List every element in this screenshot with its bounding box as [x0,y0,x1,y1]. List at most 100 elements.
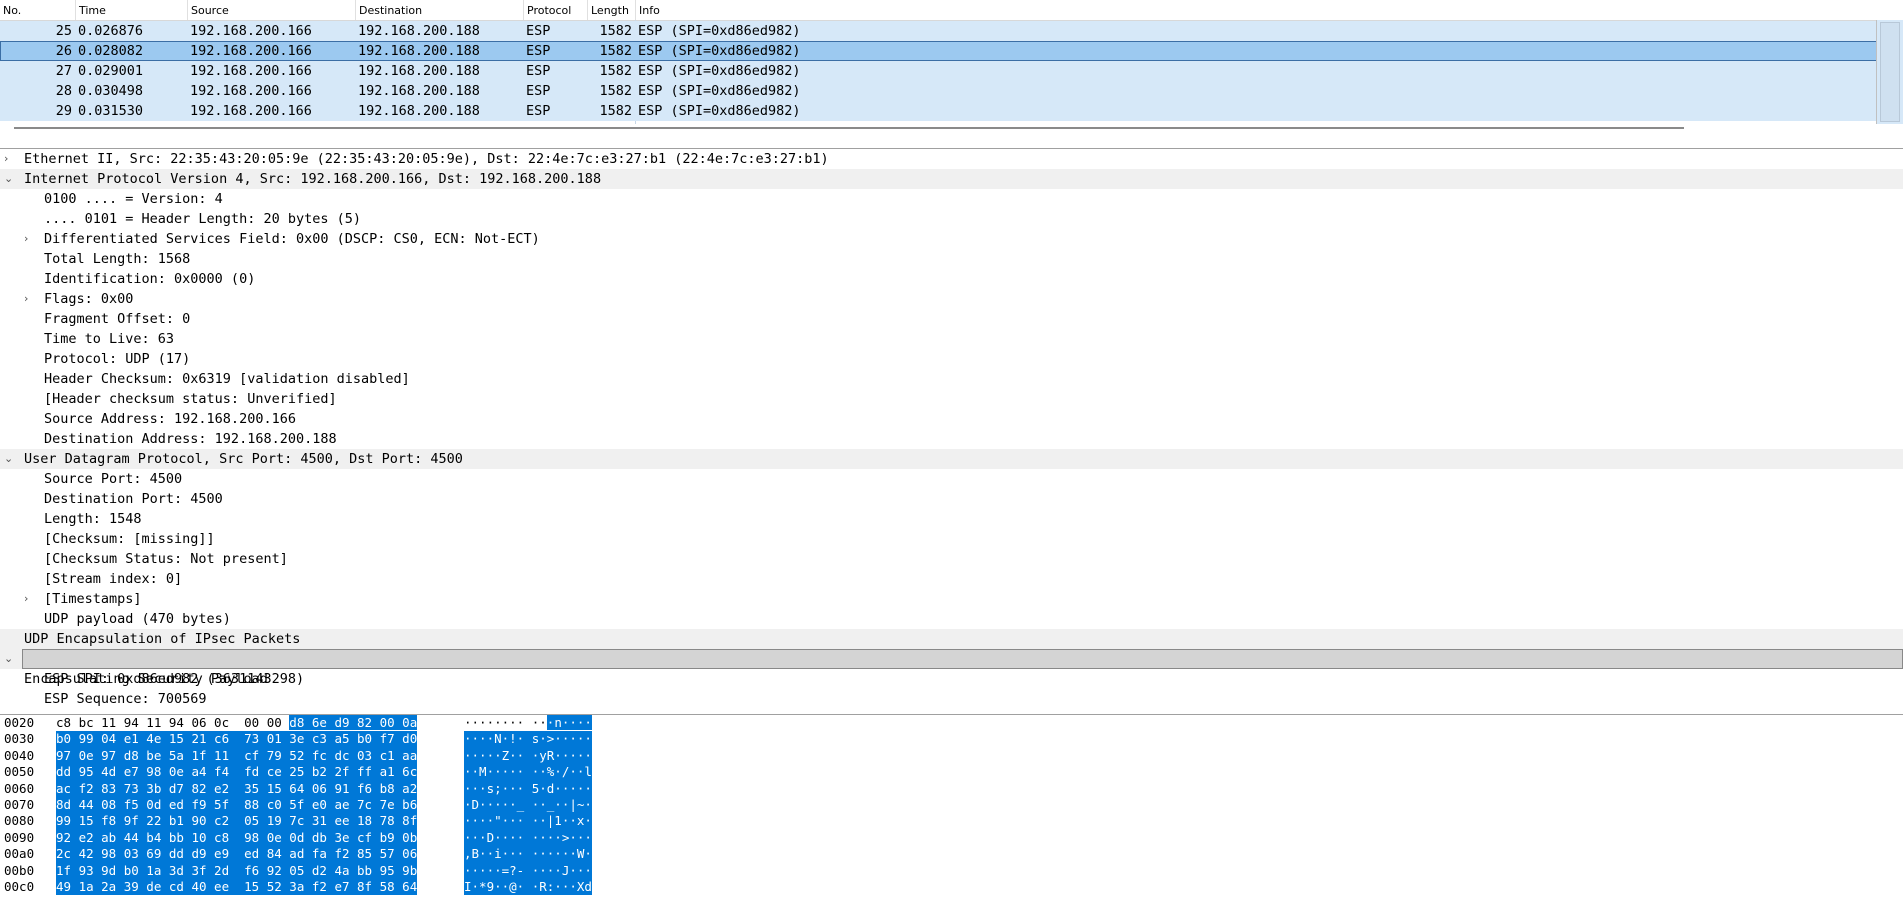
hex-row[interactable]: 0080 99 15 f8 9f 22 b1 90 c2 05 19 7c 31… [0,813,1903,830]
tree-item-field[interactable]: UDP payload (470 bytes) [0,609,1903,629]
tree-item-flags[interactable]: › Flags: 0x00 [0,289,1903,309]
packet-row-selected[interactable]: 26 0.028082 192.168.200.166 192.168.200.… [0,41,1877,61]
hex-offset: 0080 [4,813,35,829]
expand-arrow-icon[interactable]: › [24,589,38,609]
packet-protocol: ESP [526,63,551,79]
hex-row[interactable]: 00a0 2c 42 98 03 69 dd d9 e9 ed 84 ad fa… [0,846,1903,863]
hex-row[interactable]: 0090 92 e2 ab 44 b4 bb 10 c8 98 0e 0d db… [0,829,1903,847]
ascii-bytes[interactable]: ···s;··· 5·d····· [464,780,592,797]
hex-bytes[interactable]: b0 99 04 e1 4e 15 21 c6 73 01 3e c3 a5 b… [56,731,418,748]
tree-item-field[interactable]: Time to Live: 63 [0,329,1903,349]
hex-row[interactable]: 00b0 1f 93 9d b0 1a 3d 3f 2d f6 92 05 d2… [0,862,1903,879]
ascii-bytes[interactable]: ·D·····_ ··_··|~· [464,796,592,814]
ascii-bytes[interactable]: ··M····· ··%·/··l [464,764,592,781]
tree-item-field[interactable]: Destination Address: 192.168.200.188 [0,429,1903,449]
tree-item-field[interactable]: ESP Sequence: 700569 [0,689,1903,709]
packet-details-pane[interactable]: › Ethernet II, Src: 22:35:43:20:05:9e (22… [0,148,1903,711]
tree-item-field[interactable]: Identification: 0x0000 (0) [0,269,1903,289]
tree-item-field[interactable]: [Checksum: [missing]] [0,529,1903,549]
ascii-bytes[interactable]: ····"··· ··|1··x· [464,813,592,830]
packet-row[interactable]: 29 0.031530 192.168.200.166 192.168.200.… [0,101,1877,121]
collapse-arrow-icon[interactable]: ⌄ [4,649,18,669]
packet-length: 1582 [599,103,632,119]
packet-number: 29 [55,103,72,119]
packet-time: 0.028082 [78,43,144,59]
hex-bytes[interactable]: 99 15 f8 9f 22 b1 90 c2 05 19 7c 31 ee 1… [56,813,418,830]
expand-arrow-icon[interactable]: › [4,149,18,169]
tree-item-udp-encap[interactable]: UDP Encapsulation of IPsec Packets [0,629,1903,649]
tree-item-field[interactable]: Protocol: UDP (17) [0,349,1903,369]
ascii-bytes[interactable]: ····N·!· s·>····· [464,731,592,748]
tree-item-field[interactable]: Total Length: 1568 [0,249,1903,269]
hex-offset: 00c0 [4,878,35,894]
hex-bytes[interactable]: 1f 93 9d b0 1a 3d 3f 2d f6 92 05 d2 4a b… [56,862,418,879]
hex-bytes[interactable]: c8 bc 11 94 11 94 06 0c 00 00 d8 6e d9 8… [56,715,418,731]
hex-row[interactable]: 0030 b0 99 04 e1 4e 15 21 c6 73 01 3e c3… [0,731,1903,748]
hex-bytes[interactable]: 92 e2 ab 44 b4 bb 10 c8 98 0e 0d db 3e c… [56,829,418,847]
tree-item-field[interactable]: Fragment Offset: 0 [0,309,1903,329]
packet-source: 192.168.200.166 [190,23,312,39]
hex-row[interactable]: 00c0 49 1a 2a 39 de cd 40 ee 15 52 3a f2… [0,878,1903,896]
column-header-time[interactable]: Time [76,0,188,20]
tree-item-esp[interactable]: ⌄ Encapsulating Security Payload [0,649,1903,687]
tree-item-field[interactable]: Destination Port: 4500 [0,489,1903,509]
packet-protocol: ESP [526,43,551,59]
scrollbar-thumb[interactable] [1880,22,1900,122]
tree-item-field[interactable]: .... 0101 = Header Length: 20 bytes (5) [0,209,1903,229]
packet-list-pane[interactable]: No. Time Source Destination Protocol Len… [0,0,1903,131]
ascii-bytes[interactable]: ········ ···n···· [464,715,592,731]
hex-bytes[interactable]: 97 0e 97 d8 be 5a 1f 11 cf 79 52 fc dc 0… [56,747,418,765]
packet-row[interactable]: 25 0.026876 192.168.200.166 192.168.200.… [0,21,1877,41]
tree-item-field[interactable]: Header Checksum: 0x6319 [validation disa… [0,369,1903,389]
packet-row[interactable]: 27 0.029001 192.168.200.166 192.168.200.… [0,61,1877,81]
column-header-protocol[interactable]: Protocol [524,0,588,20]
tree-item-field[interactable]: [Header checksum status: Unverified] [0,389,1903,409]
ascii-bytes[interactable]: ·····=?- ····J··· [464,862,592,879]
ascii-bytes[interactable]: ,B··i··· ······W· [464,846,592,863]
expand-arrow-icon[interactable]: › [24,289,38,309]
hex-bytes[interactable]: dd 95 4d e7 98 0e a4 f4 fd ce 25 b2 2f f… [56,764,418,781]
tree-item-timestamps[interactable]: › [Timestamps] [0,589,1903,609]
hex-row[interactable]: 0060 ac f2 83 73 3b d7 82 e2 35 15 64 06… [0,780,1903,797]
hex-bytes[interactable]: ac f2 83 73 3b d7 82 e2 35 15 64 06 91 f… [56,780,418,797]
expand-arrow-icon[interactable]: › [24,229,38,249]
collapse-arrow-icon[interactable]: ⌄ [4,449,18,469]
tree-item-field[interactable]: Length: 1548 [0,509,1903,529]
ascii-bytes[interactable]: ···D···· ····>··· [464,829,592,847]
tree-item-dsfield[interactable]: › Differentiated Services Field: 0x00 (DS… [0,229,1903,249]
hex-bytes[interactable]: 49 1a 2a 39 de cd 40 ee 15 52 3a f2 e7 8… [56,878,418,896]
packet-destination: 192.168.200.188 [358,23,480,39]
packet-row[interactable]: 28 0.030498 192.168.200.166 192.168.200.… [0,81,1877,101]
column-header-destination[interactable]: Destination [356,0,524,20]
tree-item-field[interactable]: ESP SPI: 0xd86ed982 (3631143298) [0,669,1903,689]
tree-item-ethernet[interactable]: › Ethernet II, Src: 22:35:43:20:05:9e (22… [0,149,1903,169]
scrollbar-thumb[interactable] [14,127,1684,129]
packet-list-horizontal-scrollbar[interactable] [0,124,1880,131]
ascii-bytes[interactable]: I·*9··@· ·R:···Xd [464,878,592,896]
hex-offset: 0040 [4,747,35,763]
packet-destination: 192.168.200.188 [358,83,480,99]
tree-item-field[interactable]: 0100 .... = Version: 4 [0,189,1903,209]
tree-item-field[interactable]: [Stream index: 0] [0,569,1903,589]
ascii-bytes[interactable]: ·····Z·· ·yR····· [464,747,592,765]
packet-bytes-pane[interactable]: 0020 c8 bc 11 94 11 94 06 0c 00 00 d8 6e… [0,714,1903,918]
hex-row[interactable]: 0050 dd 95 4d e7 98 0e a4 f4 fd ce 25 b2… [0,764,1903,781]
tree-item-field[interactable]: [Checksum Status: Not present] [0,549,1903,569]
packet-destination: 192.168.200.188 [358,103,480,119]
column-header-info[interactable]: Info [636,0,1876,20]
hex-bytes[interactable]: 2c 42 98 03 69 dd d9 e9 ed 84 ad fa f2 8… [56,846,418,863]
tree-item-field[interactable]: Source Address: 192.168.200.166 [0,409,1903,429]
column-header-no[interactable]: No. [0,0,76,20]
hex-row[interactable]: 0070 8d 44 08 f5 0d ed f9 5f 88 c0 5f e0… [0,796,1903,814]
column-header-source[interactable]: Source [188,0,356,20]
hex-row[interactable]: 0040 97 0e 97 d8 be 5a 1f 11 cf 79 52 fc… [0,747,1903,765]
tree-item-field[interactable]: Source Port: 4500 [0,469,1903,489]
tree-item-udp[interactable]: ⌄ User Datagram Protocol, Src Port: 4500,… [0,449,1903,469]
tree-item-ipv4[interactable]: ⌄ Internet Protocol Version 4, Src: 192.1… [0,169,1903,189]
hex-bytes[interactable]: 8d 44 08 f5 0d ed f9 5f 88 c0 5f e0 ae 7… [56,796,418,814]
packet-list-vertical-scrollbar[interactable] [1876,20,1903,124]
packet-length: 1582 [599,23,632,39]
hex-row[interactable]: 0020 c8 bc 11 94 11 94 06 0c 00 00 d8 6e… [0,715,1903,731]
collapse-arrow-icon[interactable]: ⌄ [4,169,18,189]
column-header-length[interactable]: Length [588,0,636,20]
